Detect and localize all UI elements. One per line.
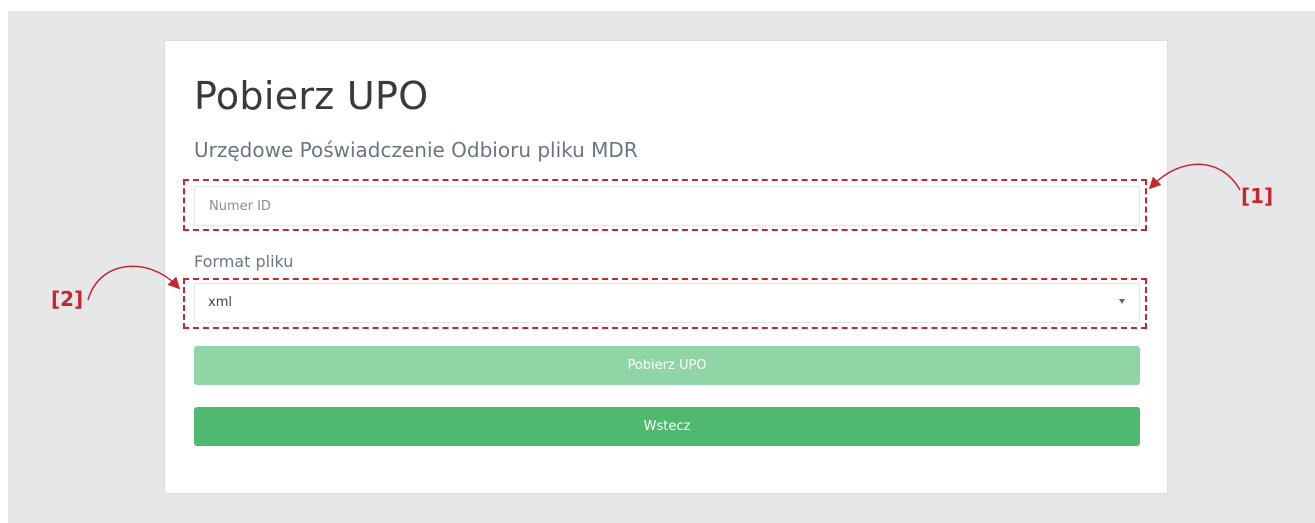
callout-box-2: [183, 278, 1147, 329]
callout-label-1: [1]: [1241, 184, 1274, 208]
back-button[interactable]: Wstecz: [194, 407, 1140, 446]
callout-box-1: [183, 179, 1147, 231]
format-label: Format pliku: [194, 252, 294, 271]
page-title: Pobierz UPO: [194, 74, 429, 118]
download-upo-button[interactable]: Pobierz UPO: [194, 346, 1140, 385]
callout-label-2: [2]: [51, 287, 84, 311]
page-subtitle: Urzędowe Poświadczenie Odbioru pliku MDR: [194, 138, 638, 162]
